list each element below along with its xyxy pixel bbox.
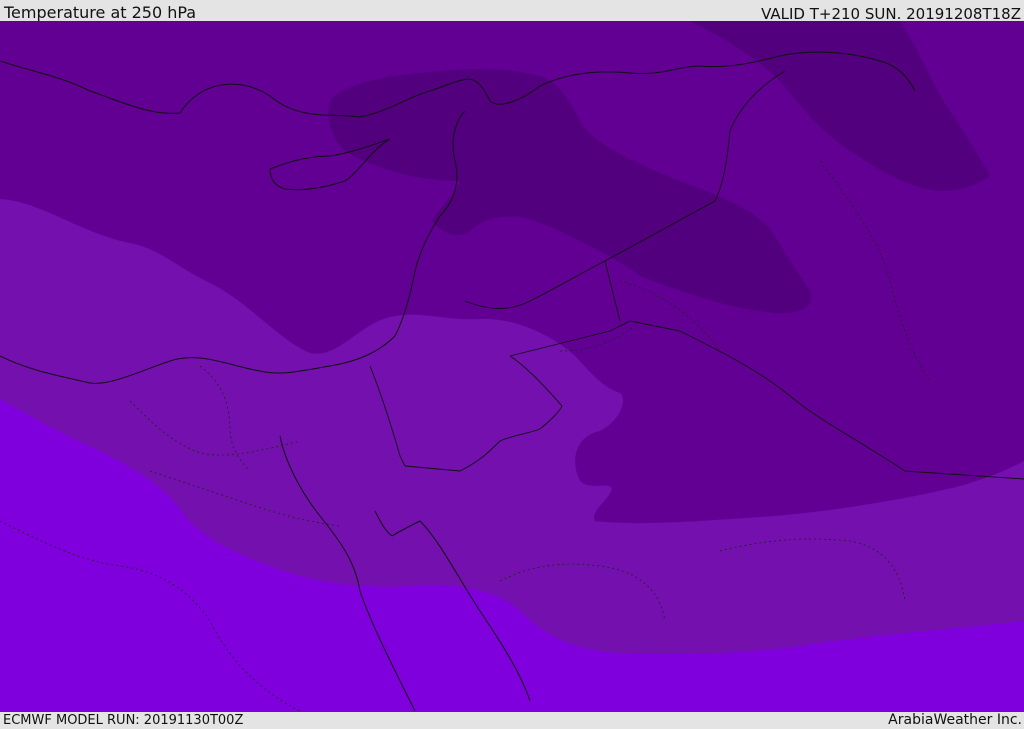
model-run: ECMWF MODEL RUN: 20191130T00Z (3, 713, 244, 728)
temperature-map[interactable] (0, 21, 1024, 712)
credit-label: ArabiaWeather Inc. (888, 712, 1022, 728)
map-title: Temperature at 250 hPa (4, 3, 197, 22)
footer-bar: ECMWF MODEL RUN: 20191130T00Z ArabiaWeat… (0, 712, 1024, 729)
header-bar: Temperature at 250 hPa VALID T+210 SUN. … (0, 0, 1024, 23)
